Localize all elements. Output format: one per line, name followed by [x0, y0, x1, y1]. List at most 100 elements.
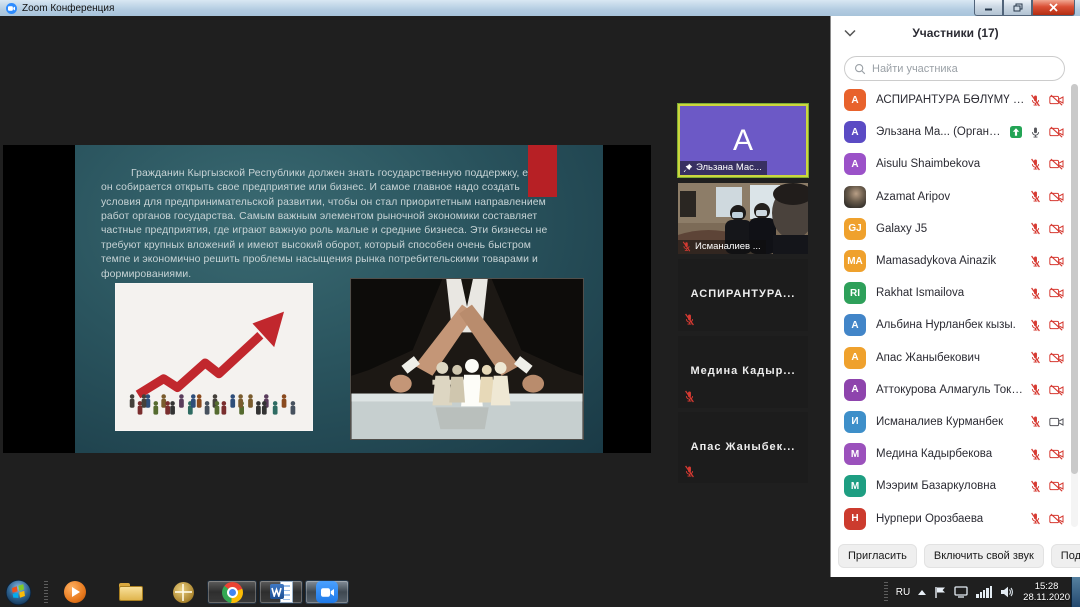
participants-panel: Участники (17) А АСПИРАНТУРА БӨЛҮМҮ (Я) …	[830, 16, 1080, 577]
mic-muted-icon	[681, 241, 692, 252]
camera-off-icon[interactable]	[1049, 126, 1064, 138]
window-titlebar[interactable]: Zoom Конференция	[0, 0, 1080, 16]
taskbar-explorer-icon[interactable]	[117, 580, 145, 604]
camera-off-icon[interactable]	[1049, 448, 1064, 460]
camera-off-icon[interactable]	[1049, 384, 1064, 396]
start-button[interactable]	[5, 579, 32, 606]
camera-off-icon[interactable]	[1049, 352, 1064, 364]
participant-avatar: A	[844, 379, 866, 401]
taskbar-clock[interactable]: 15:28 28.11.2020	[1023, 581, 1070, 603]
minimize-button[interactable]	[974, 0, 1003, 16]
participant-row[interactable]: RI Rakhat Ismailova	[831, 277, 1068, 309]
taskbar-browser-icon[interactable]	[170, 580, 196, 604]
mic-muted-icon[interactable]	[1029, 351, 1042, 364]
participant-row[interactable]: A Апас Жаныбекович	[831, 342, 1068, 374]
participant-avatar: A	[844, 347, 866, 369]
participant-name: Альбина Нурланбек кызы.	[876, 319, 1025, 331]
participant-avatar: A	[844, 314, 866, 336]
participant-row[interactable]: MA Mamasadykova Ainazik	[831, 245, 1068, 277]
invite-button[interactable]: Пригласить	[838, 544, 917, 568]
taskbar-media-player-icon[interactable]	[62, 580, 88, 604]
hidden-icons-arrow[interactable]	[918, 590, 926, 595]
tile-name-label: Эльзана Мас...	[680, 161, 767, 175]
video-tile[interactable]: Медина Кадыр...	[678, 336, 808, 408]
language-indicator[interactable]: RU	[896, 587, 910, 598]
camera-off-icon[interactable]	[1049, 287, 1064, 299]
participant-row[interactable]: Azamat Aripov	[831, 181, 1068, 213]
unmute-button[interactable]: Включить свой звук	[924, 544, 1044, 568]
growth-arrow-image	[115, 283, 313, 431]
mic-muted-icon[interactable]	[1029, 287, 1042, 300]
participant-row[interactable]: И Исманалиев Курманбек	[831, 406, 1068, 438]
taskbar-word-button[interactable]	[259, 580, 303, 604]
participant-row[interactable]: A Эльзана Ма... (Организатор)	[831, 116, 1068, 148]
camera-off-icon[interactable]	[1049, 480, 1064, 492]
participant-row[interactable]: М Медина Кадырбекова	[831, 438, 1068, 470]
scrollbar-thumb[interactable]	[1071, 84, 1078, 474]
participant-row[interactable]: Н Нурпери Орозбаева	[831, 502, 1068, 533]
mic-muted-icon[interactable]	[1029, 512, 1042, 525]
signal-strength-icon[interactable]	[976, 586, 992, 598]
video-tile[interactable]: Исманалиев ...	[678, 183, 808, 254]
clock-time: 15:28	[1023, 581, 1070, 592]
video-tile[interactable]: АСПИРАНТУРА...	[678, 259, 808, 331]
screen-share-region: Гражданин Кыргызской Республики должен з…	[3, 145, 651, 453]
camera-off-icon[interactable]	[1049, 94, 1064, 106]
participant-row[interactable]: A Альбина Нурланбек кызы.	[831, 309, 1068, 341]
mic-muted-icon	[683, 390, 696, 403]
mic-muted-icon[interactable]	[1029, 255, 1042, 268]
taskbar-zoom-button[interactable]	[305, 580, 349, 604]
mic-muted-icon	[683, 313, 696, 326]
volume-icon[interactable]	[1000, 586, 1013, 598]
video-tile[interactable]: A Эльзана Мас...	[678, 104, 808, 177]
participant-avatar: RI	[844, 282, 866, 304]
show-desktop-button[interactable]	[1071, 577, 1080, 607]
camera-off-icon[interactable]	[1049, 255, 1064, 267]
mic-muted-icon[interactable]	[1029, 222, 1042, 235]
mic-on-icon[interactable]	[1029, 126, 1042, 139]
collapse-panel-chevron-icon[interactable]	[844, 29, 856, 37]
mic-muted-icon[interactable]	[1029, 480, 1042, 493]
participant-row[interactable]: GJ Galaxy J5	[831, 213, 1068, 245]
mic-muted-icon[interactable]	[1029, 383, 1042, 396]
raise-hand-button[interactable]: Поднять руку	[1051, 544, 1080, 568]
participant-name: Aisulu Shaimbekova	[876, 158, 1025, 170]
restore-button[interactable]	[1003, 0, 1032, 16]
tile-name-label: Исманалиев ...	[678, 240, 766, 254]
close-button[interactable]	[1032, 0, 1075, 16]
video-tile[interactable]: Апас Жаныбек...	[678, 412, 808, 483]
mic-muted-icon[interactable]	[1029, 415, 1042, 428]
participant-row[interactable]: М Мээрим Базаркуловна	[831, 470, 1068, 502]
camera-off-icon[interactable]	[1049, 319, 1064, 331]
taskbar-chrome-button[interactable]	[207, 580, 257, 604]
camera-on-icon[interactable]	[1049, 416, 1064, 428]
taskbar-grip	[44, 581, 48, 603]
camera-off-icon[interactable]	[1049, 158, 1064, 170]
camera-off-icon[interactable]	[1049, 223, 1064, 235]
mic-muted-icon[interactable]	[1029, 319, 1042, 332]
mic-muted-icon[interactable]	[1029, 158, 1042, 171]
camera-off-icon[interactable]	[1049, 513, 1064, 525]
windows-taskbar: RU 15:28 28.11.2020	[0, 577, 1080, 607]
participants-scrollbar[interactable]	[1071, 84, 1078, 527]
participant-row[interactable]: A Aisulu Shaimbekova	[831, 148, 1068, 180]
camera-off-icon[interactable]	[1049, 191, 1064, 203]
participant-name: Исманалиев Курманбек	[876, 416, 1025, 428]
mic-muted-icon[interactable]	[1029, 448, 1042, 461]
network-device-icon[interactable]	[954, 586, 968, 598]
window-controls	[974, 0, 1075, 16]
participant-search[interactable]	[844, 56, 1065, 81]
mic-muted-icon[interactable]	[1029, 190, 1042, 203]
mic-muted-icon[interactable]	[1029, 94, 1042, 107]
window-title: Zoom Конференция	[22, 3, 114, 14]
presentation-slide: Гражданин Кыргызской Республики должен з…	[75, 145, 603, 453]
participant-avatar	[844, 186, 866, 208]
zoom-meeting-window: Zoom Конференция Гражданин Кыргызской Ре…	[0, 0, 1080, 607]
participant-row[interactable]: A Аттокурова Алмагуль Токтосун...	[831, 374, 1068, 406]
mic-muted-icon	[683, 465, 696, 478]
search-input[interactable]	[872, 63, 1055, 75]
zoom-taskbar-icon	[316, 581, 338, 603]
action-center-flag-icon[interactable]	[934, 586, 946, 599]
participant-row[interactable]: А АСПИРАНТУРА БӨЛҮМҮ (Я)	[831, 84, 1068, 116]
participant-name: АСПИРАНТУРА БӨЛҮМҮ (Я)	[876, 94, 1025, 106]
